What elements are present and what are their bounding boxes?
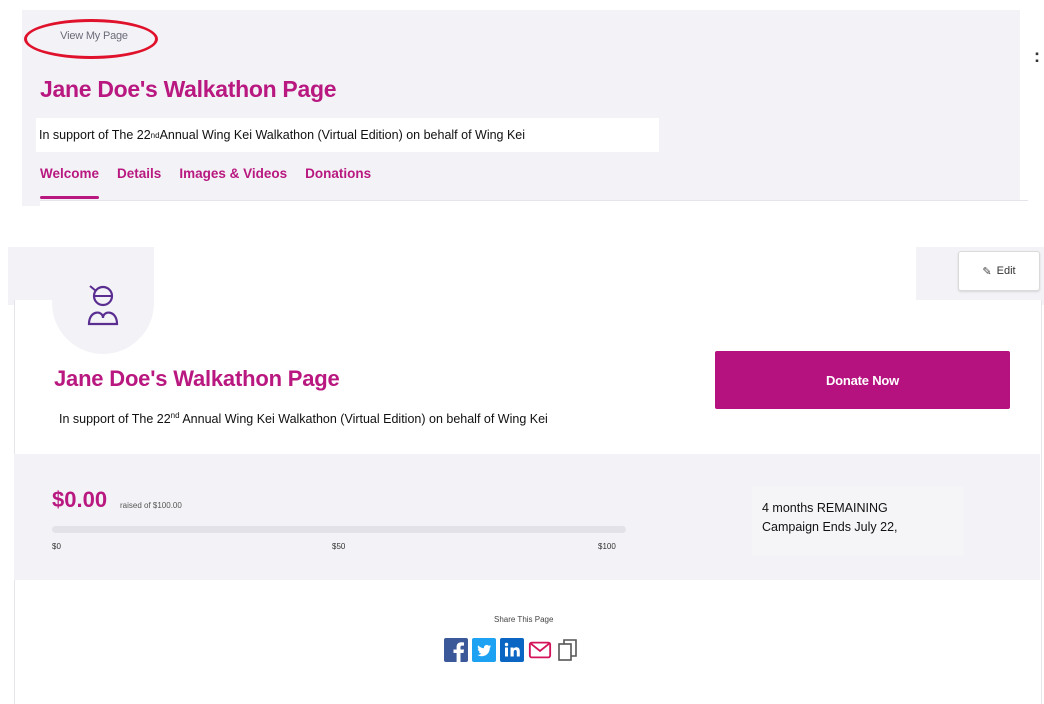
page-header-panel: View My Page : Jane Doe's Walkathon Page… (22, 10, 1040, 211)
tab-welcome[interactable]: Welcome (40, 166, 100, 199)
raised-goal-text: raised of $100.00 (120, 501, 182, 510)
view-my-page-link[interactable]: View My Page (24, 19, 158, 59)
progress-tick-50: $50 (332, 542, 346, 551)
facebook-icon[interactable] (444, 638, 468, 662)
edit-button[interactable]: ✎ Edit (958, 251, 1040, 291)
twitter-icon[interactable] (472, 638, 496, 662)
tab-images-videos[interactable]: Images & Videos (179, 166, 287, 191)
campaign-support-text: In support of The 22nd Annual Wing Kei W… (59, 411, 548, 426)
tab-bar: Welcome Details Images & Videos Donation… (40, 166, 371, 199)
linkedin-icon[interactable] (500, 638, 524, 662)
support-text-suffix: Annual Wing Kei Walkathon (Virtual Editi… (159, 128, 526, 142)
progress-bar (52, 526, 626, 533)
campaign-title: Jane Doe's Walkathon Page (54, 366, 340, 391)
progress-tick-100: $100 (598, 542, 616, 551)
campaign-support-sup: nd (170, 411, 180, 420)
progress-section: $0.00 raised of $100.00 $0 $50 $100 4 mo… (14, 454, 1040, 580)
copy-icon[interactable] (556, 638, 580, 662)
tab-details[interactable]: Details (117, 166, 161, 191)
campaign-support-prefix: In support of The 22 (59, 412, 171, 427)
avatar (52, 252, 154, 354)
campaign-end-date: Campaign Ends July 22, (762, 520, 898, 534)
raised-amount: $0.00 (52, 487, 108, 512)
tab-content-area (40, 200, 1028, 211)
campaign-support-suffix: Annual Wing Kei Walkathon (Virtual Editi… (179, 412, 548, 427)
campaign-timing: 4 months REMAINING Campaign Ends July 22… (752, 486, 964, 556)
view-my-page-label: View My Page (60, 30, 128, 42)
cover-strip-white (154, 247, 916, 305)
share-icons (444, 638, 580, 662)
email-icon[interactable] (528, 638, 552, 662)
cover-strip (8, 247, 1044, 305)
time-remaining: 4 months REMAINING (762, 501, 888, 515)
donate-now-button[interactable]: Donate Now (715, 351, 1010, 409)
progress-tick-0: $0 (52, 542, 61, 551)
more-options-icon[interactable]: : (1034, 46, 1040, 67)
support-text-prefix: In support of The 22 (39, 128, 151, 142)
page-title: Jane Doe's Walkathon Page (40, 76, 337, 102)
pencil-icon: ✎ (982, 265, 992, 278)
edit-button-label: Edit (996, 265, 1016, 277)
support-text: In support of The 22nd Annual Wing Kei W… (36, 118, 659, 152)
person-icon (87, 285, 119, 326)
tab-donations[interactable]: Donations (305, 166, 371, 191)
support-text-sup: nd (150, 130, 160, 140)
share-label: Share This Page (494, 615, 554, 624)
